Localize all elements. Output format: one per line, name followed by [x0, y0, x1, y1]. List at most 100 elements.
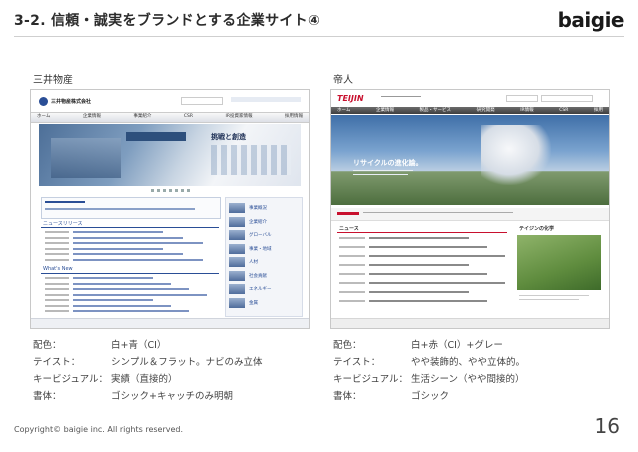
- header-divider: [14, 36, 624, 37]
- mitsui-side-thumb: [229, 297, 245, 308]
- page-number: 16: [594, 414, 620, 438]
- teijin-news-date: [339, 300, 365, 302]
- prop-label: キービジュアル：: [333, 374, 409, 385]
- prop-label: 書体：: [333, 391, 362, 402]
- mitsui-side-item[interactable]: 企業紹介: [249, 219, 267, 225]
- mitsui-side-item[interactable]: 人材: [249, 259, 258, 265]
- prop-value: シンプル＆フラット。ナビのみ立体: [111, 357, 263, 368]
- teijin-nav-item[interactable]: 研究開発: [477, 107, 495, 114]
- teijin-news-date: [339, 282, 365, 284]
- prop-label: 書体：: [33, 391, 62, 402]
- teijin-search-input[interactable]: [541, 95, 593, 102]
- mitsui-whatsnew-link[interactable]: [73, 299, 153, 301]
- mitsui-side-thumb: [229, 216, 245, 227]
- mitsui-side-thumb: [229, 270, 245, 281]
- teijin-news-link[interactable]: [369, 300, 487, 302]
- mitsui-whatsnew-date: [45, 299, 69, 301]
- company-name-teijin: 帝人: [333, 75, 353, 86]
- mitsui-news-link[interactable]: [73, 236, 183, 239]
- mitsui-whatsnew-date: [45, 277, 69, 279]
- mitsui-nav-item[interactable]: 採用情報: [285, 113, 303, 121]
- mitsui-side-item[interactable]: グローバル: [249, 232, 271, 238]
- teijin-news-link[interactable]: [369, 273, 487, 275]
- mitsui-nav-item[interactable]: 企業情報: [83, 113, 101, 121]
- mitsui-news-date: [45, 242, 69, 244]
- screenshot-mitsui: 三井物産株式会社 ホーム 企業情報 事業紹介 CSR IR投資家情報 採用情報 挑戦と創造…: [30, 89, 310, 329]
- prop-value: 白+赤（CI）+グレー: [411, 340, 503, 351]
- mitsui-side-item[interactable]: 金属: [249, 300, 258, 306]
- prop-label: キービジュアル：: [33, 374, 109, 385]
- mitsui-whatsnew-date: [45, 304, 69, 307]
- mitsui-whatsnew-link[interactable]: [73, 310, 189, 312]
- teijin-news-heading: ニュース: [339, 226, 359, 232]
- teijin-side-heading: テイジンの化学: [519, 226, 555, 232]
- mitsui-search-input[interactable]: [181, 97, 223, 105]
- prop-label: 配色：: [33, 340, 62, 351]
- teijin-news-link[interactable]: [369, 291, 469, 293]
- teijin-news-link[interactable]: [369, 237, 469, 239]
- mitsui-side-thumb: [229, 257, 245, 267]
- mitsui-side-item[interactable]: 社会貢献: [249, 273, 267, 279]
- mitsui-news-link[interactable]: [73, 253, 183, 255]
- mitsui-side-item[interactable]: エネルギー: [249, 286, 272, 292]
- screenshot-teijin: TEIJIN ホーム 企業情報 製品・サービス 研究開発 IR情報 CSR 採用 リサイクル…: [330, 89, 610, 329]
- teijin-news-date: [339, 237, 365, 239]
- mitsui-news-link[interactable]: [73, 258, 203, 261]
- prop-value: 生活シーン（やや間接的）: [411, 374, 525, 385]
- teijin-news-link[interactable]: [369, 255, 505, 257]
- mitsui-whatsnew-link[interactable]: [73, 304, 171, 307]
- mitsui-whatsnew-link[interactable]: [73, 293, 207, 296]
- mitsui-news-date: [45, 258, 69, 261]
- teijin-news-link[interactable]: [369, 264, 469, 266]
- prop-value: 実績（直接的）: [111, 374, 178, 385]
- mitsui-logo-icon: [39, 97, 48, 106]
- mitsui-whatsnew-date: [45, 282, 69, 285]
- teijin-nav-item[interactable]: IR情報: [520, 107, 533, 114]
- mitsui-nav-item[interactable]: CSR: [184, 113, 193, 121]
- mitsui-side-item[interactable]: 事業・地域: [249, 246, 272, 252]
- copyright: Copyright© baigie inc. All rights reserv…: [14, 425, 184, 434]
- prop-value: ゴシック: [411, 391, 450, 402]
- mitsui-news-link[interactable]: [73, 242, 203, 244]
- mitsui-nav-item[interactable]: ホーム: [37, 113, 50, 121]
- prop-value: ゴシック+キャッチのみ明朝: [111, 391, 233, 402]
- mitsui-news-date: [45, 231, 69, 233]
- teijin-news-date: [339, 291, 365, 293]
- teijin-side-image: [517, 235, 601, 290]
- mitsui-side-thumb: [229, 230, 245, 240]
- mitsui-nav-item[interactable]: IR投資家情報: [226, 113, 253, 121]
- teijin-hero-catch: リサイクルの進化論。: [353, 159, 423, 167]
- teijin-news-date: [339, 255, 365, 257]
- company-name-mitsui: 三井物産: [33, 75, 73, 86]
- mitsui-nav-item[interactable]: 事業紹介: [133, 113, 151, 121]
- teijin-nav-item[interactable]: 製品・サービス: [420, 107, 452, 114]
- prop-label: 配色：: [333, 340, 362, 351]
- mitsui-side-thumb: [229, 284, 245, 294]
- mitsui-whatsnew-date: [45, 310, 69, 312]
- mitsui-news-heading: ニュースリリース: [43, 221, 83, 227]
- mitsui-news-link[interactable]: [73, 231, 163, 233]
- prop-value: 白+青（CI）: [111, 340, 167, 351]
- mitsui-whatsnew-link[interactable]: [73, 282, 171, 285]
- mitsui-side-thumb: [229, 203, 245, 213]
- teijin-lang-select[interactable]: [506, 95, 538, 102]
- mitsui-news-date: [45, 236, 69, 239]
- mitsui-whatsnew-date: [45, 293, 69, 296]
- teijin-nav-item[interactable]: 採用: [594, 107, 603, 114]
- page-title: 3-2. 信頼・誠実をブランドとする企業サイト④: [14, 13, 321, 29]
- teijin-news-link[interactable]: [369, 282, 505, 284]
- mitsui-news-date: [45, 253, 69, 255]
- teijin-news-date: [339, 246, 365, 248]
- mitsui-whatsnew-link[interactable]: [73, 288, 189, 290]
- mitsui-side-item[interactable]: 事業概況: [249, 205, 267, 211]
- mitsui-news-link[interactable]: [73, 247, 163, 250]
- teijin-nav-item[interactable]: CSR: [559, 107, 568, 114]
- teijin-logo: TEIJIN: [337, 94, 364, 103]
- mitsui-hero-catch: 挑戦と創造: [211, 132, 246, 141]
- teijin-news-date: [339, 273, 365, 275]
- mitsui-carousel-dots[interactable]: [151, 189, 191, 192]
- teijin-news-link[interactable]: [369, 246, 487, 248]
- teijin-nav-item[interactable]: 企業情報: [376, 107, 394, 114]
- mitsui-whatsnew-link[interactable]: [73, 277, 153, 279]
- teijin-nav-item[interactable]: ホーム: [337, 107, 350, 114]
